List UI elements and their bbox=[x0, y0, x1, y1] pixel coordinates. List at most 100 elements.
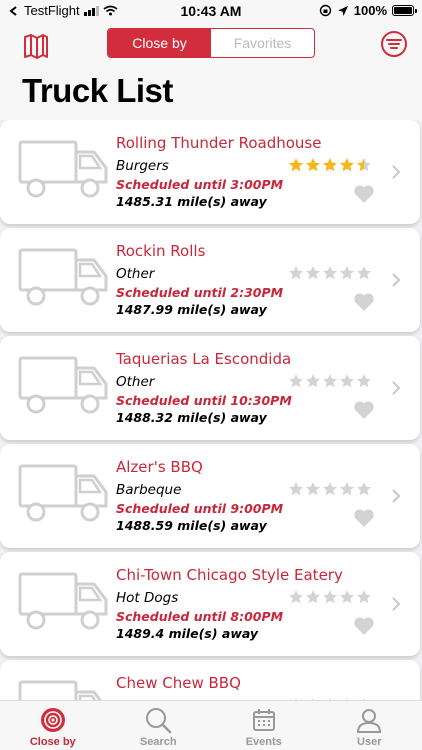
favorite-heart-icon[interactable] bbox=[353, 508, 375, 528]
search-icon bbox=[146, 708, 172, 734]
truck-schedule: Scheduled until 9:00PM bbox=[116, 501, 284, 516]
truck-schedule: Scheduled until 10:30PM bbox=[116, 393, 292, 408]
status-right: 100% bbox=[319, 3, 417, 18]
star-icon bbox=[289, 266, 303, 280]
truck-placeholder-icon bbox=[18, 464, 108, 522]
star-icon bbox=[306, 482, 320, 496]
truck-name: Rockin Rolls bbox=[116, 242, 206, 260]
tab-label: Close by bbox=[29, 736, 76, 748]
star-icon bbox=[323, 266, 337, 280]
truck-name: Rolling Thunder Roadhouse bbox=[116, 134, 322, 152]
star-icon bbox=[306, 590, 320, 604]
star-icon bbox=[289, 590, 303, 604]
truck-category: Other bbox=[116, 266, 155, 282]
favorite-heart-icon[interactable] bbox=[353, 292, 375, 312]
truck-placeholder-icon bbox=[18, 140, 108, 198]
star-icon bbox=[340, 482, 354, 496]
truck-name: Chi-Town Chicago Style Eatery bbox=[116, 566, 343, 584]
truck-distance: 1488.59 mile(s) away bbox=[116, 518, 267, 533]
star-icon bbox=[357, 374, 371, 388]
segmented-control: Close by Favorites bbox=[107, 28, 315, 58]
tab-label: Search bbox=[139, 736, 177, 748]
tab-label: User bbox=[357, 736, 382, 748]
truck-placeholder-icon bbox=[18, 248, 108, 306]
favorite-heart-icon[interactable] bbox=[353, 400, 375, 420]
truck-schedule: Scheduled until 8:00PM bbox=[116, 609, 284, 624]
chevron-right-icon bbox=[392, 381, 401, 395]
truck-distance: 1487.99 mile(s) away bbox=[116, 302, 267, 317]
truck-placeholder-icon bbox=[18, 680, 102, 700]
user-icon bbox=[357, 709, 382, 733]
chevron-right-icon bbox=[392, 273, 401, 287]
truck-card[interactable]: Chew Chew BBQ bbox=[0, 660, 420, 700]
truck-distance: 1485.31 mile(s) away bbox=[116, 194, 267, 209]
tab-label: Events bbox=[245, 736, 282, 748]
rating-stars bbox=[288, 373, 372, 389]
truck-placeholder-icon bbox=[18, 572, 108, 630]
chevron-right-icon bbox=[392, 165, 401, 179]
star-icon bbox=[340, 158, 354, 172]
map-icon[interactable] bbox=[22, 32, 50, 60]
rating-stars bbox=[288, 157, 372, 173]
tab-events[interactable]: Events bbox=[211, 701, 317, 750]
favorite-heart-icon[interactable] bbox=[353, 616, 375, 636]
tab-search[interactable]: Search bbox=[106, 701, 212, 750]
segment-close-by[interactable]: Close by bbox=[108, 29, 211, 57]
truck-schedule: Scheduled until 3:00PM bbox=[116, 177, 284, 192]
star-icon bbox=[340, 374, 354, 388]
truck-name: Alzer's BBQ bbox=[116, 458, 203, 476]
truck-category: Other bbox=[116, 374, 155, 390]
star-icon bbox=[357, 590, 371, 604]
location-icon bbox=[337, 5, 348, 16]
star-icon bbox=[340, 266, 354, 280]
battery-percent: 100% bbox=[353, 3, 387, 18]
status-bar: TestFlight 10:43 AM 100% bbox=[0, 0, 422, 24]
rating-stars bbox=[288, 265, 372, 281]
page-title: Truck List bbox=[22, 72, 173, 109]
tab-user[interactable]: User bbox=[317, 701, 422, 750]
truck-card[interactable]: Rockin Rolls Other Scheduled until 2:30PM 1… bbox=[0, 228, 420, 332]
truck-card[interactable]: Alzer's BBQ Barbeque Scheduled until 9:00P… bbox=[0, 444, 420, 548]
star-icon bbox=[323, 158, 337, 172]
battery-icon bbox=[392, 5, 417, 16]
truck-card[interactable]: Taquerias La Escondida Other Scheduled unt… bbox=[0, 336, 420, 440]
tab-bar: Close by Search Events User bbox=[0, 700, 422, 750]
truck-card[interactable]: Rolling Thunder Roadhouse Burgers Schedule… bbox=[0, 120, 420, 224]
star-icon bbox=[306, 158, 320, 172]
star-icon bbox=[306, 374, 320, 388]
truck-schedule: Scheduled until 2:30PM bbox=[116, 285, 284, 300]
chevron-right-icon bbox=[392, 489, 401, 503]
truck-category: Barbeque bbox=[116, 482, 182, 498]
truck-list[interactable]: Rolling Thunder Roadhouse Burgers Schedule… bbox=[0, 120, 422, 700]
star-icon bbox=[289, 374, 303, 388]
nav-bar: Close by Favorites bbox=[0, 24, 422, 70]
truck-card[interactable]: Chi-Town Chicago Style Eatery Hot Dogs Sch… bbox=[0, 552, 420, 656]
chevron-right-icon bbox=[392, 597, 401, 611]
rating-stars bbox=[288, 481, 372, 497]
target-icon bbox=[40, 708, 65, 732]
truck-distance: 1489.4 mile(s) away bbox=[116, 626, 259, 641]
star-icon bbox=[289, 482, 303, 496]
filter-icon[interactable] bbox=[380, 30, 408, 58]
truck-name: Chew Chew BBQ bbox=[116, 674, 241, 692]
rating-stars bbox=[288, 589, 372, 605]
title-area: Truck List bbox=[0, 70, 422, 120]
star-icon bbox=[357, 482, 371, 496]
tab-close-by[interactable]: Close by bbox=[0, 701, 106, 750]
truck-name: Taquerias La Escondida bbox=[116, 350, 292, 368]
star-icon bbox=[306, 266, 320, 280]
favorite-heart-icon[interactable] bbox=[353, 184, 375, 204]
orientation-lock-icon bbox=[319, 4, 331, 17]
star-icon bbox=[357, 266, 371, 280]
star-icon bbox=[323, 590, 337, 604]
truck-category: Burgers bbox=[116, 158, 169, 174]
calendar-icon bbox=[252, 709, 275, 731]
truck-distance: 1488.32 mile(s) away bbox=[116, 410, 267, 425]
star-icon bbox=[289, 158, 303, 172]
truck-category: Hot Dogs bbox=[116, 590, 179, 606]
star-icon bbox=[340, 590, 354, 604]
star-icon bbox=[323, 374, 337, 388]
star-icon bbox=[357, 158, 371, 172]
segment-favorites[interactable]: Favorites bbox=[211, 29, 314, 57]
truck-placeholder-icon bbox=[18, 356, 108, 414]
